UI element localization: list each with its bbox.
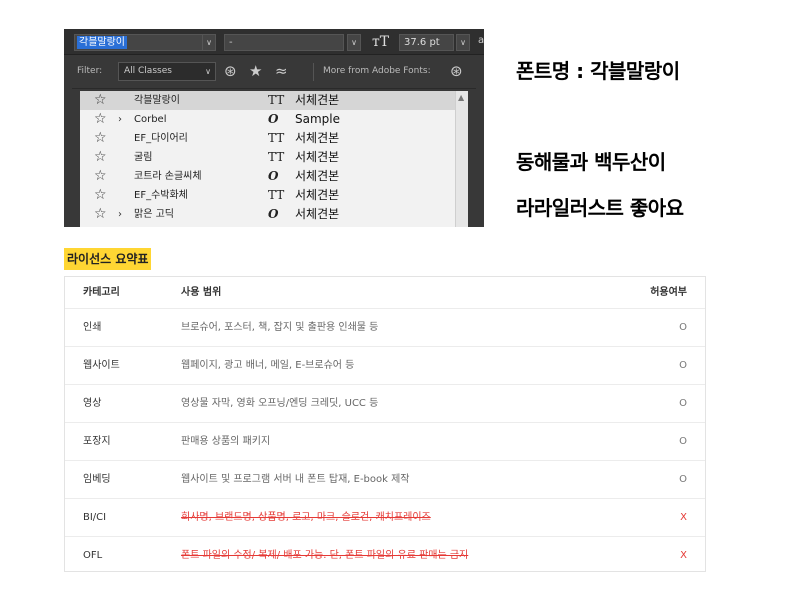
license-summary-title: 라이선스 요약표	[64, 248, 152, 270]
font-type-icon: O	[268, 207, 279, 221]
sample-text-line-1: 동해물과 백두산이	[516, 150, 666, 174]
table-row: 웹사이트 웹페이지, 광고 배너, 메일, E-브로슈어 등 O	[65, 347, 705, 385]
row-scope: 영상물 자막, 영화 오프닝/엔딩 크레딧, UCC 등	[181, 398, 379, 409]
row-allowed: O	[679, 474, 687, 485]
font-name: EF_수박화체	[134, 190, 188, 201]
expand-chevron-icon[interactable]: ›	[118, 205, 122, 224]
font-family-dropdown-button[interactable]: ∨	[202, 34, 216, 51]
row-allowed: X	[680, 550, 687, 561]
row-allowed: O	[679, 322, 687, 333]
font-list-item[interactable]: ☆ › Corbel O Sample	[80, 110, 455, 129]
chevron-down-icon: ∨	[205, 67, 211, 76]
font-family-selected-text: 각블말랑이	[77, 36, 127, 49]
font-list-item[interactable]: ☆ 굴림 TT 서체견본	[80, 148, 455, 167]
row-scope: 웹페이지, 광고 배너, 메일, E-브로슈어 등	[181, 360, 355, 371]
font-type-icon: TT	[268, 131, 285, 145]
license-table-header: 카테고리 사용 범위 허용여부	[65, 277, 705, 309]
row-allowed: O	[679, 360, 687, 371]
font-type-icon: O	[268, 112, 279, 126]
font-list-scrollbar[interactable]: ▲	[455, 91, 468, 227]
font-size-icon: ᴛT	[372, 34, 390, 50]
font-name: Corbel	[134, 114, 167, 125]
row-allowed: O	[679, 436, 687, 447]
row-scope: 브로슈어, 포스터, 책, 잡지 및 출판용 인쇄물 등	[181, 322, 379, 333]
font-sample: Sample	[295, 112, 340, 126]
row-category: 임베딩	[83, 474, 111, 485]
font-size-dropdown-button[interactable]: ∨	[456, 34, 470, 51]
font-picker-panel: 각블말랑이 ∨ - ∨ ᴛT 37.6 pt ∨ a Filter: All C…	[64, 29, 484, 227]
font-type-icon: O	[268, 169, 279, 183]
character-toolbar: 각블말랑이 ∨ - ∨ ᴛT 37.6 pt ∨ a	[64, 29, 484, 55]
font-list-item[interactable]: ☆ EF_수박화체 TT 서체견본	[80, 186, 455, 205]
creative-cloud-filter-icon[interactable]: ⊛	[224, 61, 237, 81]
font-class-value: All Classes	[124, 66, 172, 76]
font-list-item[interactable]: ☆ 각블말랑이 TT 서체견본	[80, 91, 455, 110]
row-category: 인쇄	[83, 322, 102, 333]
row-allowed: O	[679, 398, 687, 409]
row-category: 포장지	[83, 436, 111, 447]
sample-text-line-2: 라라일러스트 좋아요	[516, 196, 684, 220]
table-row: OFL 폰트 파일의 수정/ 복제/ 배포 가능. 단, 폰트 파일의 유료 판매…	[65, 537, 705, 575]
header-category: 카테고리	[83, 287, 120, 298]
row-scope: 폰트 파일의 수정/ 복제/ 배포 가능. 단, 폰트 파일의 유료 판매는 금…	[181, 550, 469, 561]
font-type-icon: TT	[268, 93, 285, 107]
similar-fonts-icon[interactable]: ≈	[275, 61, 288, 81]
license-summary-table: 카테고리 사용 범위 허용여부 인쇄 브로슈어, 포스터, 책, 잡지 및 출판용…	[64, 276, 706, 572]
favorite-star-icon[interactable]: ☆	[94, 148, 107, 167]
row-category: 영상	[83, 398, 102, 409]
row-scope: 회사명, 브랜드명, 상품명, 로고, 마크, 슬로건, 캐치프레이즈	[181, 512, 431, 523]
row-category: BI/CI	[83, 512, 107, 523]
font-list-item[interactable]: ☆ 코트라 손글씨체 O 서체견본	[80, 167, 455, 186]
font-family-field[interactable]: 각블말랑이	[74, 34, 214, 51]
table-row: 포장지 판매용 상품의 패키지 O	[65, 423, 705, 461]
font-sample: 서체견본	[295, 150, 340, 164]
font-list: ☆ 각블말랑이 TT 서체견본 ☆ › Corbel O Sample ☆ EF_다이어리 TT 서체견…	[80, 91, 455, 227]
expand-chevron-icon[interactable]: ›	[118, 110, 122, 129]
font-name: 굴림	[134, 152, 153, 163]
row-allowed: X	[680, 512, 687, 523]
clipped-text: a	[478, 35, 484, 46]
favorite-star-icon[interactable]: ☆	[94, 167, 107, 186]
font-sample: 서체견본	[295, 207, 340, 221]
favorite-star-icon[interactable]: ☆	[94, 91, 107, 110]
row-category: 웹사이트	[83, 360, 120, 371]
favorite-star-icon[interactable]: ☆	[94, 186, 107, 205]
favorite-star-icon[interactable]: ☆	[94, 129, 107, 148]
header-scope: 사용 범위	[181, 287, 222, 298]
table-row: 영상 영상물 자막, 영화 오프닝/엔딩 크레딧, UCC 등 O	[65, 385, 705, 423]
font-class-dropdown[interactable]: All Classes ∨	[118, 62, 216, 81]
header-allowed: 허용여부	[650, 287, 687, 298]
font-sample: 서체견본	[295, 93, 340, 107]
font-size-field[interactable]: 37.6 pt	[399, 34, 454, 51]
scroll-up-icon[interactable]: ▲	[458, 93, 464, 102]
font-name: EF_다이어리	[134, 133, 188, 144]
row-category: OFL	[83, 550, 103, 561]
favorite-star-icon[interactable]: ☆	[94, 205, 107, 224]
more-from-adobe-fonts-label: More from Adobe Fonts:	[323, 66, 431, 76]
table-row: 임베딩 웹사이트 및 프로그램 서버 내 폰트 탑재, E-book 제작 O	[65, 461, 705, 499]
table-row: BI/CI 회사명, 브랜드명, 상품명, 로고, 마크, 슬로건, 캐치프레이즈…	[65, 499, 705, 537]
font-name: 각블말랑이	[134, 95, 180, 106]
font-style-field[interactable]: -	[224, 34, 344, 51]
font-style-dropdown-button[interactable]: ∨	[347, 34, 361, 51]
font-type-icon: TT	[268, 188, 285, 202]
font-name: 코트라 손글씨체	[134, 171, 202, 182]
font-filter-bar: Filter: All Classes ∨ ⊛ ★ ≈ More from Ad…	[72, 55, 476, 89]
filter-divider	[313, 63, 314, 81]
filter-label: Filter:	[77, 66, 103, 76]
favorite-star-icon[interactable]: ☆	[94, 110, 107, 129]
row-scope: 판매용 상품의 패키지	[181, 436, 271, 447]
favorites-star-icon[interactable]: ★	[249, 61, 262, 81]
font-sample: 서체견본	[295, 188, 340, 202]
row-scope: 웹사이트 및 프로그램 서버 내 폰트 탑재, E-book 제작	[181, 474, 410, 485]
font-list-item[interactable]: ☆ › 맑은 고딕 O 서체견본	[80, 205, 455, 224]
font-sample: 서체견본	[295, 169, 340, 183]
font-sample: 서체견본	[295, 131, 340, 145]
font-name: 맑은 고딕	[134, 209, 174, 220]
font-name-heading: 폰트명 : 각블말랑이	[516, 59, 680, 83]
font-list-item[interactable]: ☆ EF_다이어리 TT 서체견본	[80, 129, 455, 148]
font-type-icon: TT	[268, 150, 285, 164]
adobe-fonts-icon[interactable]: ⊛	[450, 61, 463, 81]
table-row: 인쇄 브로슈어, 포스터, 책, 잡지 및 출판용 인쇄물 등 O	[65, 309, 705, 347]
